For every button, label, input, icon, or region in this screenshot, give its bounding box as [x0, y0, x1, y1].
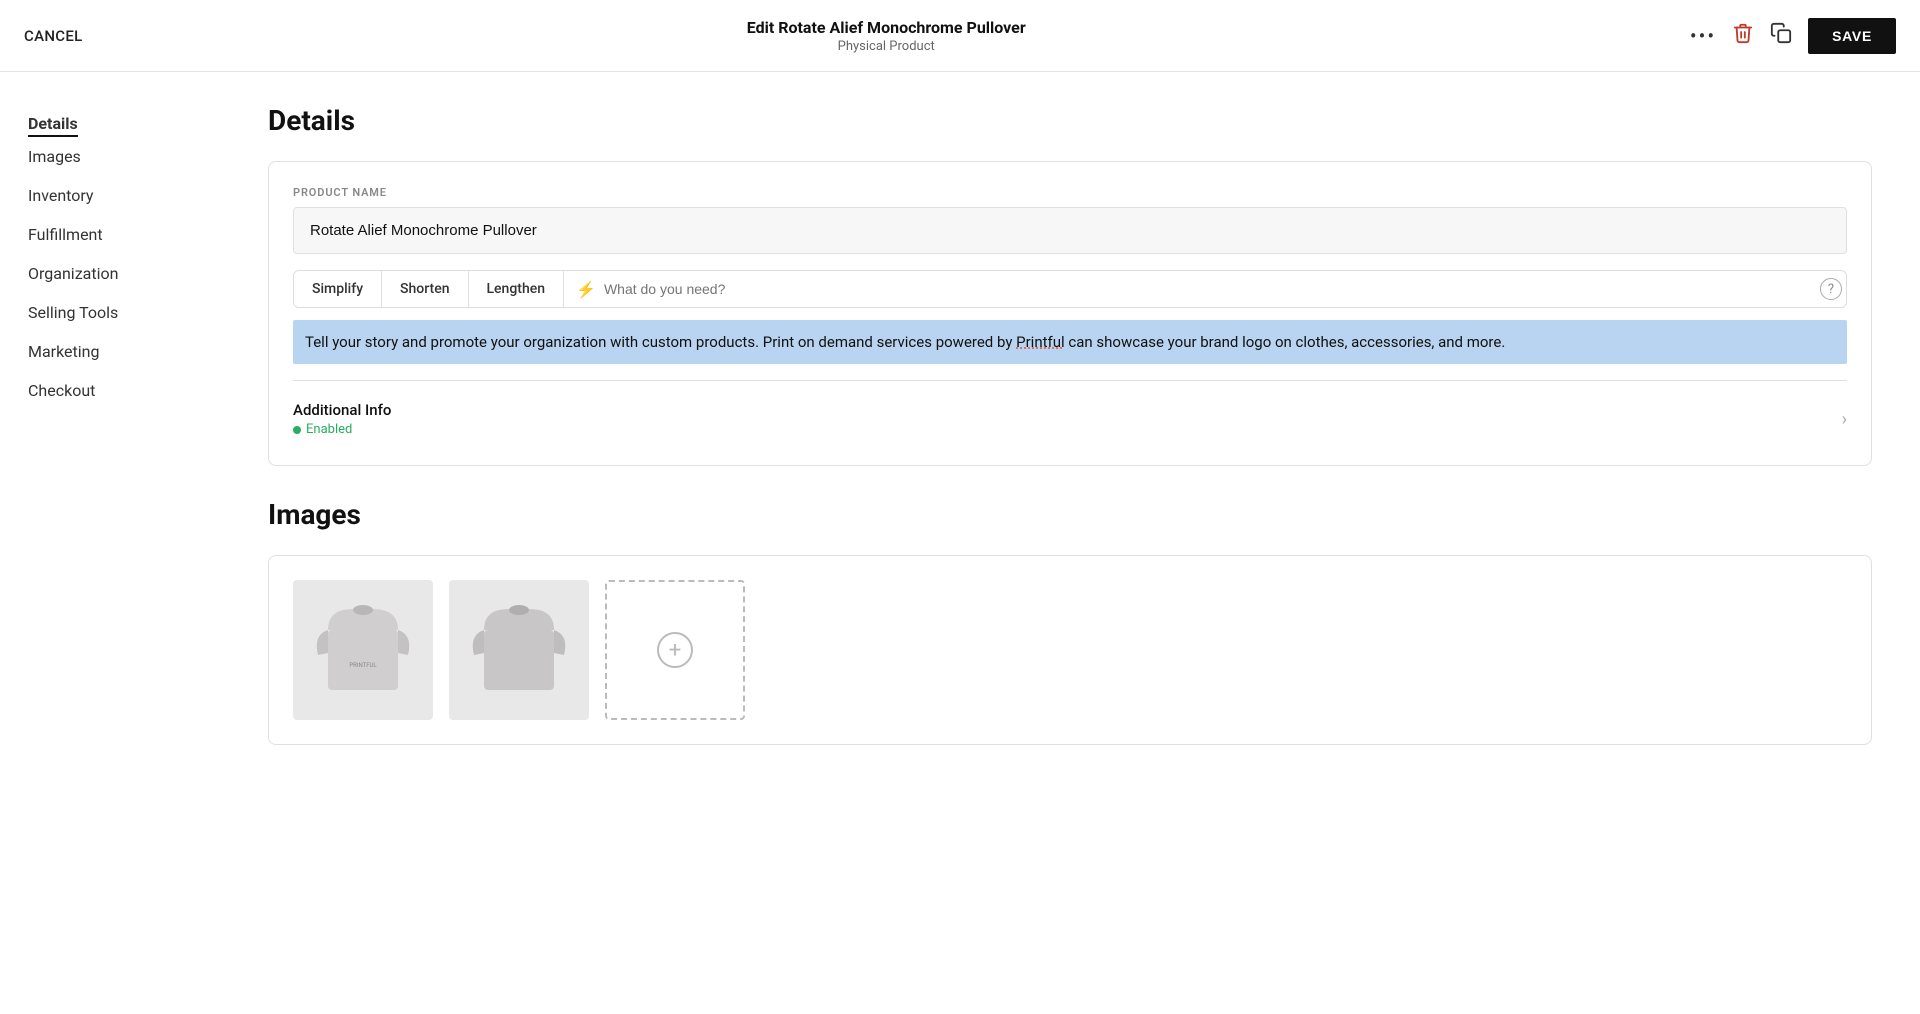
- topbar-center: Edit Rotate Alief Monochrome Pullover Ph…: [747, 18, 1026, 54]
- images-section-title: Images: [268, 498, 1872, 531]
- image-thumb-1[interactable]: PRINTFUL: [293, 580, 433, 720]
- enabled-dot-icon: [293, 426, 301, 434]
- ai-toolbar: Simplify Shorten Lengthen ⚡ ?: [293, 270, 1847, 308]
- image-thumb-2[interactable]: [449, 580, 589, 720]
- product-name-label: PRODUCT NAME: [293, 186, 1847, 199]
- delete-icon[interactable]: [1732, 22, 1754, 49]
- shorten-button[interactable]: Shorten: [382, 271, 468, 307]
- additional-info-content: Additional Info Enabled: [293, 401, 391, 437]
- add-image-placeholder[interactable]: +: [605, 580, 745, 720]
- printful-link: Printful: [1016, 333, 1065, 351]
- more-options-icon[interactable]: •••: [1690, 24, 1716, 48]
- topbar-actions: ••• SAVE: [1690, 18, 1896, 54]
- additional-info-row[interactable]: Additional Info Enabled ›: [293, 397, 1847, 441]
- duplicate-icon[interactable]: [1770, 22, 1792, 49]
- divider: [293, 380, 1847, 381]
- ai-input[interactable]: [604, 281, 1808, 297]
- sidebar-item-marketing[interactable]: Marketing: [28, 332, 220, 371]
- details-card: PRODUCT NAME Simplify Shorten Lengthen ⚡…: [268, 161, 1872, 466]
- topbar: CANCEL Edit Rotate Alief Monochrome Pull…: [0, 0, 1920, 72]
- details-section-title: Details: [268, 104, 1872, 137]
- images-row: PRINTFUL +: [293, 580, 1847, 720]
- sidebar-item-details[interactable]: Details: [28, 104, 78, 137]
- additional-info-status-text: Enabled: [306, 422, 352, 437]
- additional-info-label: Additional Info: [293, 401, 391, 419]
- chevron-right-icon[interactable]: ›: [1842, 409, 1847, 430]
- sidebar-item-fulfillment[interactable]: Fulfillment: [28, 215, 220, 254]
- images-card: PRINTFUL +: [268, 555, 1872, 745]
- layout: Details Images Inventory Fulfillment Org…: [0, 0, 1920, 1014]
- product-name-input[interactable]: [293, 207, 1847, 254]
- main-content: Details PRODUCT NAME Simplify Shorten Le…: [220, 72, 1920, 1014]
- topbar-subtitle: Physical Product: [747, 39, 1026, 54]
- save-button[interactable]: SAVE: [1808, 18, 1896, 54]
- bolt-icon: ⚡: [576, 280, 596, 299]
- cancel-button[interactable]: CANCEL: [24, 27, 83, 45]
- additional-info-status: Enabled: [293, 422, 391, 437]
- add-image-button[interactable]: +: [657, 632, 693, 668]
- sidebar: Details Images Inventory Fulfillment Org…: [0, 72, 220, 1014]
- ai-input-wrap: ⚡: [564, 280, 1820, 299]
- sidebar-item-selling-tools[interactable]: Selling Tools: [28, 293, 220, 332]
- lengthen-button[interactable]: Lengthen: [469, 271, 565, 307]
- sidebar-item-checkout[interactable]: Checkout: [28, 371, 220, 410]
- sidebar-item-organization[interactable]: Organization: [28, 254, 220, 293]
- topbar-title: Edit Rotate Alief Monochrome Pullover: [747, 18, 1026, 37]
- help-icon[interactable]: ?: [1820, 278, 1842, 300]
- description-selected-text: Tell your story and promote your organiz…: [293, 320, 1847, 364]
- simplify-button[interactable]: Simplify: [294, 271, 382, 307]
- svg-text:PRINTFUL: PRINTFUL: [349, 662, 377, 669]
- sidebar-item-inventory[interactable]: Inventory: [28, 176, 220, 215]
- sidebar-item-images[interactable]: Images: [28, 137, 220, 176]
